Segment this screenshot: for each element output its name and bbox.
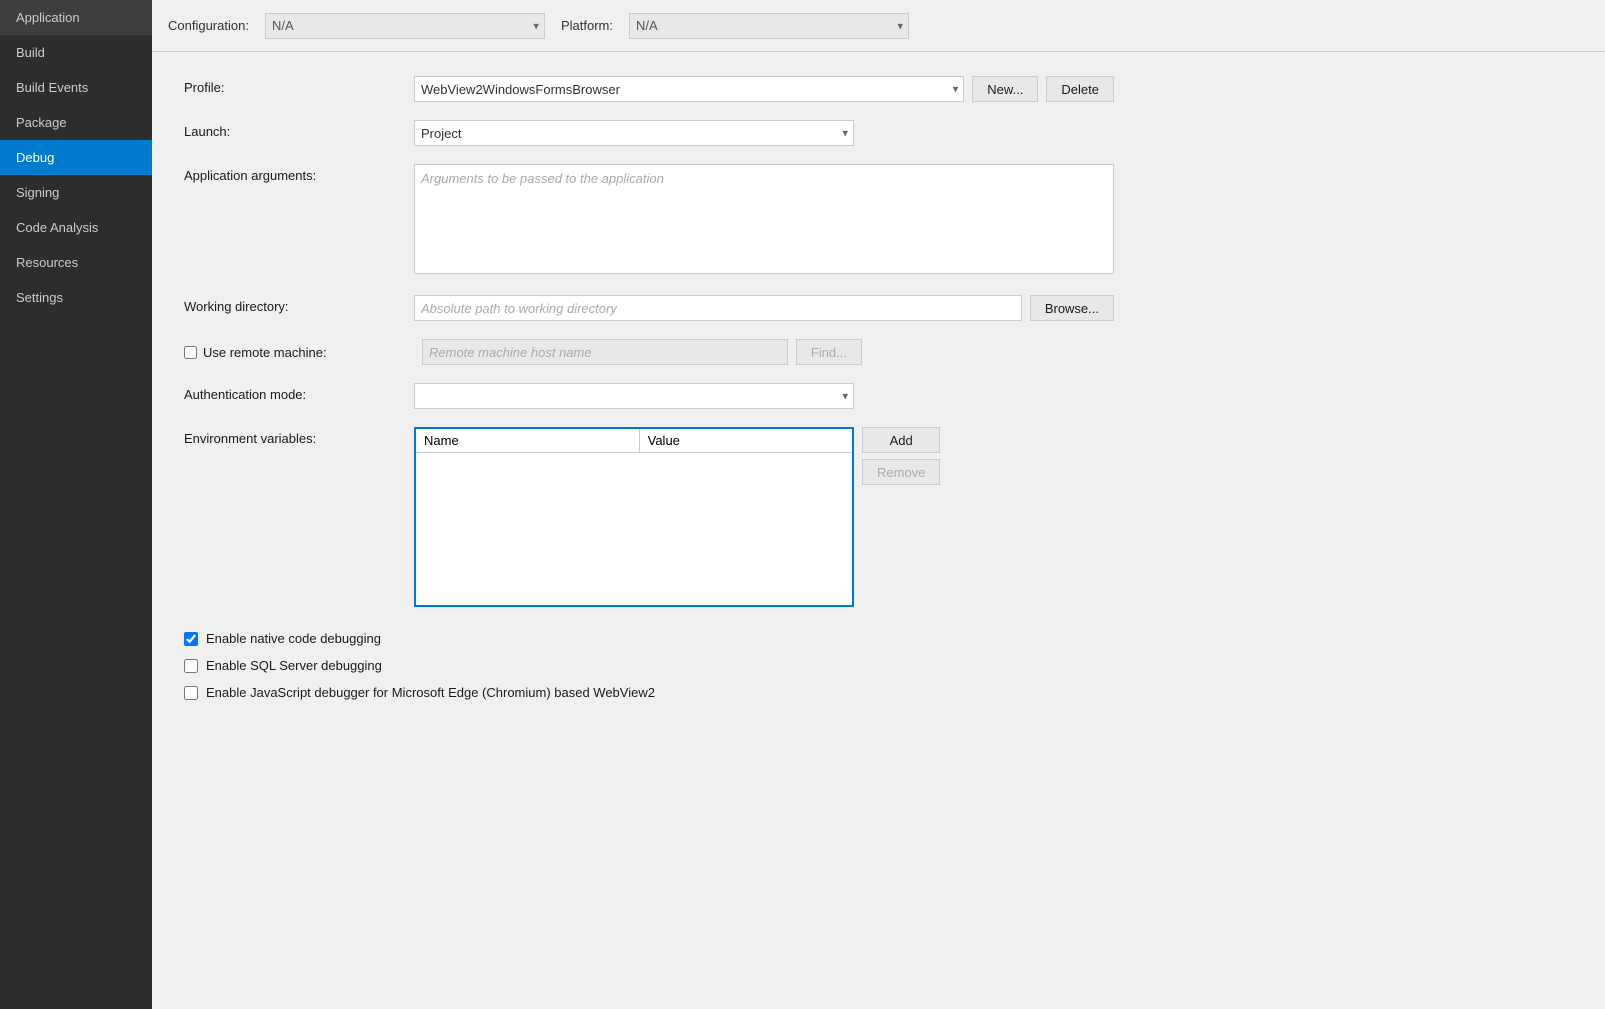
sql-debug-row: Enable SQL Server debugging: [184, 658, 1573, 673]
remote-host-input[interactable]: [422, 339, 788, 365]
checkboxes-section: Enable native code debugging Enable SQL …: [184, 631, 1573, 700]
remote-checkbox-label-group: Use remote machine:: [184, 345, 414, 360]
env-buttons-group: Add Remove: [862, 427, 940, 485]
auth-mode-row: Authentication mode:: [184, 383, 1573, 409]
remote-host-control: Find...: [422, 339, 862, 365]
configuration-select[interactable]: N/A: [265, 13, 545, 39]
sidebar-item-resources[interactable]: Resources: [0, 245, 152, 280]
env-vars-table: Name Value: [414, 427, 854, 607]
launch-select[interactable]: Project: [414, 120, 854, 146]
find-button[interactable]: Find...: [796, 339, 862, 365]
add-button[interactable]: Add: [862, 427, 940, 453]
working-dir-input[interactable]: [414, 295, 1022, 321]
env-vars-row: Environment variables: Name Value: [184, 427, 1573, 607]
remote-host-group: Find...: [422, 339, 862, 365]
env-name-col-header: Name: [415, 428, 639, 453]
working-dir-control: Browse...: [414, 295, 1114, 321]
configuration-label: Configuration:: [168, 18, 249, 33]
remote-machine-row: Use remote machine: Find...: [184, 339, 1573, 365]
profile-label: Profile:: [184, 76, 414, 95]
auth-mode-label: Authentication mode:: [184, 383, 414, 402]
app-args-label: Application arguments:: [184, 164, 414, 183]
native-debug-checkbox[interactable]: [184, 632, 198, 646]
sidebar-item-package[interactable]: Package: [0, 105, 152, 140]
use-remote-label: Use remote machine:: [203, 345, 327, 360]
native-debug-label: Enable native code debugging: [206, 631, 381, 646]
auth-mode-control: [414, 383, 1114, 409]
profile-control: WebView2WindowsFormsBrowser New... Delet…: [414, 76, 1114, 102]
topbar: Configuration: N/A Platform: N/A: [152, 0, 1605, 52]
platform-select-wrapper: N/A: [629, 13, 909, 39]
env-vars-empty-row: [415, 453, 853, 607]
configuration-select-wrapper: N/A: [265, 13, 545, 39]
working-dir-row: Working directory: Browse...: [184, 295, 1573, 321]
sidebar-item-settings[interactable]: Settings: [0, 280, 152, 315]
sql-debug-checkbox[interactable]: [184, 659, 198, 673]
app-args-textarea[interactable]: [414, 164, 1114, 274]
launch-select-wrapper: Project: [414, 120, 854, 146]
launch-control: Project: [414, 120, 1114, 146]
new-button[interactable]: New...: [972, 76, 1038, 102]
js-debug-row: Enable JavaScript debugger for Microsoft…: [184, 685, 1573, 700]
profile-row: Profile: WebView2WindowsFormsBrowser New…: [184, 76, 1573, 102]
app-args-control: [414, 164, 1114, 277]
native-debug-row: Enable native code debugging: [184, 631, 1573, 646]
env-value-col-header: Value: [639, 428, 853, 453]
sidebar-item-debug[interactable]: Debug: [0, 140, 152, 175]
auth-mode-select[interactable]: [414, 383, 854, 409]
platform-select[interactable]: N/A: [629, 13, 909, 39]
env-table-wrapper: Name Value: [414, 427, 854, 607]
sidebar-item-code-analysis[interactable]: Code Analysis: [0, 210, 152, 245]
main-panel: Configuration: N/A Platform: N/A Profile…: [152, 0, 1605, 1009]
use-remote-checkbox[interactable]: [184, 346, 197, 359]
sidebar: Application Build Build Events Package D…: [0, 0, 152, 1009]
browse-button[interactable]: Browse...: [1030, 295, 1114, 321]
env-vars-control: Name Value Add: [414, 427, 1114, 607]
js-debug-checkbox[interactable]: [184, 686, 198, 700]
working-dir-group: Browse...: [414, 295, 1114, 321]
delete-button[interactable]: Delete: [1046, 76, 1114, 102]
js-debug-label: Enable JavaScript debugger for Microsoft…: [206, 685, 655, 700]
sql-debug-label: Enable SQL Server debugging: [206, 658, 382, 673]
sidebar-item-build[interactable]: Build: [0, 35, 152, 70]
env-vars-section: Name Value Add: [414, 427, 1114, 607]
remove-button[interactable]: Remove: [862, 459, 940, 485]
working-dir-label: Working directory:: [184, 295, 414, 314]
platform-label: Platform:: [561, 18, 613, 33]
content-area: Profile: WebView2WindowsFormsBrowser New…: [152, 52, 1605, 1009]
launch-label: Launch:: [184, 120, 414, 139]
auth-select-wrapper: [414, 383, 854, 409]
profile-select-wrapper: WebView2WindowsFormsBrowser: [414, 76, 964, 102]
sidebar-item-build-events[interactable]: Build Events: [0, 70, 152, 105]
sidebar-item-signing[interactable]: Signing: [0, 175, 152, 210]
profile-select-group: WebView2WindowsFormsBrowser New... Delet…: [414, 76, 1114, 102]
remote-machine-group: Use remote machine: Find...: [184, 339, 1573, 365]
profile-select[interactable]: WebView2WindowsFormsBrowser: [414, 76, 964, 102]
launch-row: Launch: Project: [184, 120, 1573, 146]
app-args-row: Application arguments:: [184, 164, 1573, 277]
env-vars-label: Environment variables:: [184, 427, 414, 446]
sidebar-item-application[interactable]: Application: [0, 0, 152, 35]
